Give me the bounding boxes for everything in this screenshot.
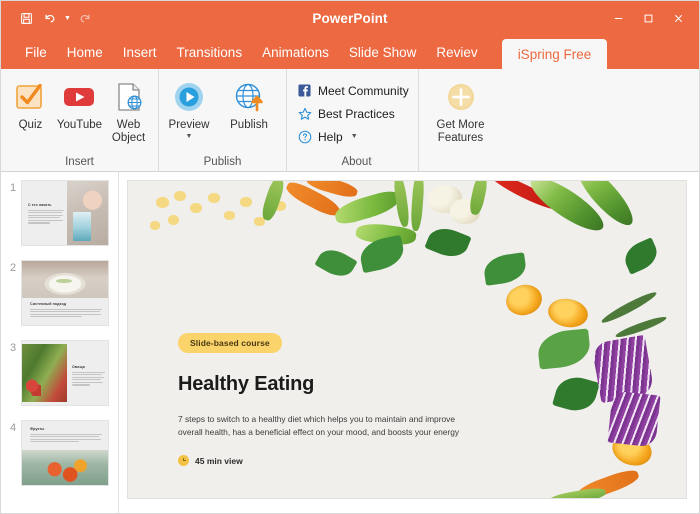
slide-title[interactable]: Healthy Eating xyxy=(178,373,646,396)
ribbon-group-publish: Preview ▼ Publish Publish xyxy=(158,69,286,171)
thumb-body-lines xyxy=(72,371,105,386)
slide-number: 2 xyxy=(9,262,17,274)
publish-label: Publish xyxy=(230,119,268,131)
web-object-button[interactable]: Web Object xyxy=(104,74,153,145)
publish-button[interactable]: Publish xyxy=(219,74,279,132)
quiz-label: Quiz xyxy=(18,119,43,131)
slide-description[interactable]: 7 steps to switch to a healthy diet whic… xyxy=(178,413,478,439)
help-label: Help xyxy=(318,129,343,144)
thumb-body-lines xyxy=(28,209,64,224)
slide-badge: Slide-based course xyxy=(178,333,282,353)
about-links: Meet Community Best Practices Help ▼ xyxy=(295,74,418,154)
slide-thumbnail-pane[interactable]: 1 С его начать 2 Системный подход 3 Овощ… xyxy=(1,172,119,513)
undo-dropdown-caret-icon[interactable]: ▼ xyxy=(63,7,72,29)
window-controls xyxy=(603,1,699,35)
ribbon-group-get-more: Get More Features xyxy=(418,69,502,171)
meet-community-link[interactable]: Meet Community xyxy=(295,79,409,102)
group-label-empty xyxy=(419,154,502,171)
slide-thumbnail[interactable]: Системный подход xyxy=(21,260,109,326)
group-label-about: About xyxy=(341,156,372,168)
get-more-features-button[interactable]: Get More Features xyxy=(425,74,497,145)
preview-label: Preview xyxy=(168,119,210,131)
slide-thumbnail[interactable]: С его начать xyxy=(21,180,109,246)
thumb-title: Фрукты xyxy=(30,427,45,431)
slide-text-content: Slide-based course Healthy Eating 7 step… xyxy=(178,333,646,466)
help-dropdown-caret-icon[interactable]: ▼ xyxy=(351,133,358,140)
thumbnail-row-1[interactable]: 1 С его начать xyxy=(1,180,118,246)
best-practices-link[interactable]: Best Practices xyxy=(295,102,409,125)
thumb-text-block: С его начать xyxy=(28,203,64,225)
tab-animations[interactable]: Animations xyxy=(252,35,339,69)
preview-play-icon xyxy=(172,77,206,117)
redo-icon[interactable] xyxy=(74,7,96,29)
current-slide[interactable]: Slide-based course Healthy Eating 7 step… xyxy=(127,180,687,499)
tab-transitions[interactable]: Transitions xyxy=(167,35,253,69)
maximize-icon[interactable] xyxy=(633,3,663,33)
thumb-body-lines xyxy=(30,433,102,443)
publish-globe-upload-icon xyxy=(232,77,266,117)
quiz-checkbox-icon xyxy=(14,77,46,117)
slide-duration-label: 45 min view xyxy=(195,455,243,466)
group-label-publish: Publish xyxy=(203,156,242,168)
thumbnail-row-4[interactable]: 4 Фрукты xyxy=(1,420,118,486)
youtube-label: YouTube xyxy=(56,119,103,131)
undo-icon[interactable] xyxy=(39,7,61,29)
ribbon-tabs: File Home Insert Transitions Animations … xyxy=(1,35,699,69)
help-question-icon xyxy=(297,129,312,144)
quick-access-toolbar: ▼ xyxy=(1,7,96,29)
slide-editing-pane[interactable]: Slide-based course Healthy Eating 7 step… xyxy=(119,172,699,513)
slide-number: 1 xyxy=(9,182,17,194)
slide-thumbnail[interactable]: Овощи xyxy=(21,340,109,406)
thumb-photo xyxy=(66,181,108,245)
minimize-icon[interactable] xyxy=(603,3,633,33)
youtube-button[interactable]: YouTube xyxy=(55,74,104,132)
powerpoint-window: ▼ PowerPoint File Home Insert Transition… xyxy=(0,0,700,514)
slide-duration: 45 min view xyxy=(178,455,646,466)
thumb-body-lines xyxy=(30,308,102,318)
thumb-text-block: Фрукты xyxy=(30,427,102,444)
quiz-button[interactable]: Quiz xyxy=(6,74,55,132)
ribbon: Quiz YouTube Web Object Insert Preview ▼… xyxy=(1,69,699,172)
thumb-text-block: Овощи xyxy=(72,365,105,387)
plus-circle-icon xyxy=(445,77,477,117)
best-practices-label: Best Practices xyxy=(318,106,395,121)
app-title: PowerPoint xyxy=(312,10,388,26)
tab-insert[interactable]: Insert xyxy=(113,35,167,69)
close-icon[interactable] xyxy=(663,3,693,33)
thumb-title: Овощи xyxy=(72,365,85,369)
preview-button[interactable]: Preview ▼ xyxy=(159,74,219,140)
get-more-features-label: Get More Features xyxy=(436,119,485,144)
tab-review[interactable]: Reviev xyxy=(426,35,487,69)
youtube-icon xyxy=(62,77,96,117)
thumb-photo xyxy=(22,450,108,485)
preview-dropdown-caret-icon[interactable]: ▼ xyxy=(186,133,193,140)
clock-icon xyxy=(178,455,189,466)
facebook-icon xyxy=(297,83,312,98)
thumb-title: С его начать xyxy=(28,203,52,207)
thumb-photo xyxy=(22,261,108,299)
save-icon[interactable] xyxy=(15,7,37,29)
thumbnail-row-3[interactable]: 3 Овощи xyxy=(1,340,118,406)
ribbon-group-insert: Quiz YouTube Web Object Insert xyxy=(1,69,158,171)
web-object-icon xyxy=(114,77,144,117)
help-link[interactable]: Help ▼ xyxy=(295,125,409,148)
tab-slide-show[interactable]: Slide Show xyxy=(339,35,427,69)
thumb-title: Системный подход xyxy=(30,302,67,306)
star-icon xyxy=(297,106,312,121)
group-label-insert: Insert xyxy=(65,156,94,168)
thumb-photo xyxy=(22,344,67,402)
ribbon-group-about: Meet Community Best Practices Help ▼ Abo… xyxy=(286,69,418,171)
tab-ispring-free[interactable]: iSpring Free xyxy=(501,39,608,69)
slide-number: 3 xyxy=(9,342,17,354)
thumbnail-row-2[interactable]: 2 Системный подход xyxy=(1,260,118,326)
web-object-label: Web Object xyxy=(111,119,146,144)
work-area: 1 С его начать 2 Системный подход 3 Овощ… xyxy=(1,172,699,513)
tab-home[interactable]: Home xyxy=(57,35,113,69)
thumb-text-block: Системный подход xyxy=(30,302,102,319)
tab-file[interactable]: File xyxy=(15,35,57,69)
title-bar: ▼ PowerPoint xyxy=(1,1,699,35)
meet-community-label: Meet Community xyxy=(318,83,409,98)
slide-number: 4 xyxy=(9,422,17,434)
slide-thumbnail[interactable]: Фрукты xyxy=(21,420,109,486)
